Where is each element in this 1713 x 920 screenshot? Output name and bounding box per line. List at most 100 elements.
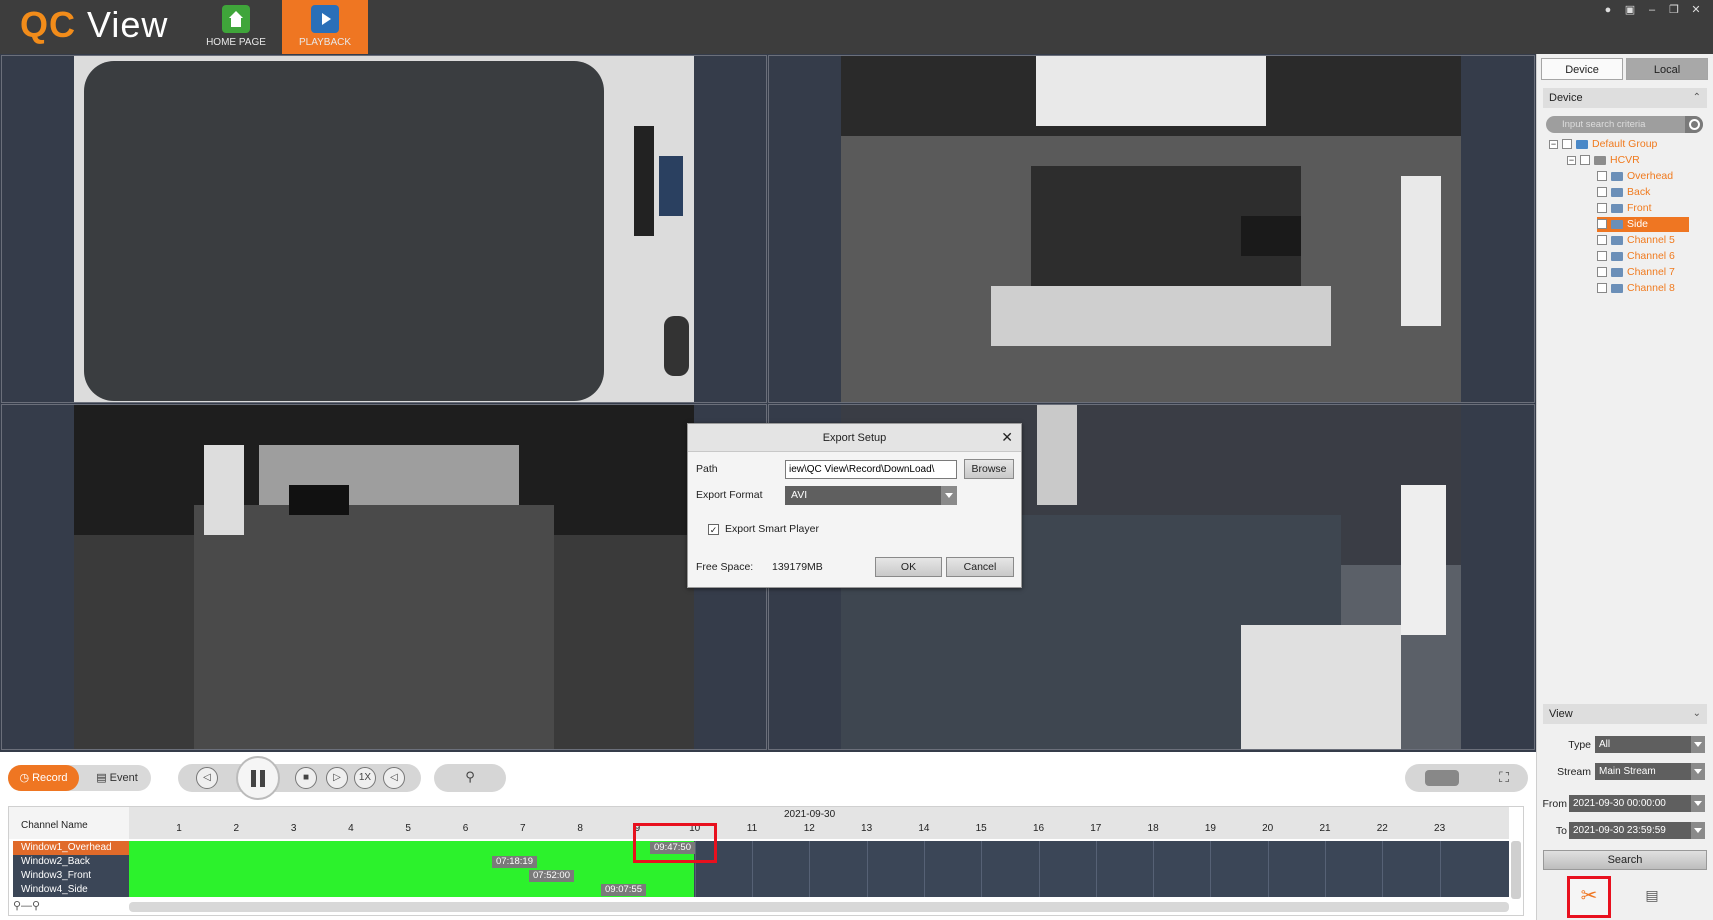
video-window-front[interactable]	[1, 404, 767, 750]
tree-item-channel-5[interactable]: Channel 5	[1597, 233, 1689, 248]
grid-line	[752, 855, 753, 869]
tree-checkbox[interactable]	[1597, 283, 1607, 294]
playhead-time: 07:18:19	[492, 856, 537, 868]
grid-line	[1325, 869, 1326, 883]
tab-playback[interactable]: PLAYBACK	[282, 0, 368, 54]
recording-track[interactable]: 07:52:00	[129, 869, 1509, 883]
channel-name[interactable]: Window1_Overhead	[13, 841, 129, 855]
tree-checkbox[interactable]	[1597, 171, 1607, 182]
cancel-button[interactable]: Cancel	[946, 557, 1014, 577]
view-section-header[interactable]: View ⌄	[1543, 704, 1707, 724]
tree-checkbox[interactable]	[1597, 187, 1607, 198]
chevron-down-icon: ⌄	[1692, 708, 1701, 719]
tree-checkbox[interactable]	[1562, 139, 1572, 150]
tree-checkbox[interactable]	[1597, 251, 1607, 262]
rewind-icon[interactable]: ◁	[196, 767, 218, 789]
export-smart-player-checkbox[interactable]: ✓	[708, 524, 719, 535]
pause-button[interactable]	[236, 756, 280, 800]
ok-button[interactable]: OK	[875, 557, 942, 577]
export-format-select[interactable]: AVI	[785, 486, 957, 505]
grid-line	[1439, 841, 1441, 855]
channel-name[interactable]: Window2_Back	[13, 855, 129, 869]
tree-checkbox[interactable]	[1597, 219, 1607, 230]
timeline-row[interactable]: Window1_Overhead 09:47:50	[9, 841, 1509, 855]
tree-item-front[interactable]: Front	[1597, 201, 1689, 216]
search-icon[interactable]	[1685, 116, 1703, 133]
grid-line	[1038, 855, 1040, 869]
tab-home-page[interactable]: HOME PAGE	[193, 0, 279, 54]
timeline-horizontal-scrollbar[interactable]	[129, 902, 1509, 912]
split-layout-icon[interactable]	[1425, 770, 1459, 786]
channel-name[interactable]: Window3_Front	[13, 869, 129, 883]
tab-local[interactable]: Local	[1626, 58, 1708, 80]
collapse-icon[interactable]: −	[1567, 156, 1576, 165]
next-frame-icon[interactable]: ▷	[326, 767, 348, 789]
minimize-icon[interactable]: –	[1645, 3, 1659, 17]
tree-item-side[interactable]: Side	[1597, 217, 1689, 232]
user-icon[interactable]: ●	[1601, 3, 1615, 17]
restore-icon[interactable]: ❐	[1667, 3, 1681, 17]
device-search-input[interactable]: Input search criteria	[1546, 116, 1703, 133]
hour-tick-label: 14	[918, 823, 930, 834]
scissors-icon[interactable]: ✂	[1567, 876, 1611, 918]
playhead-time: 07:52:00	[529, 870, 574, 882]
tab-device[interactable]: Device	[1541, 58, 1623, 80]
speed-button[interactable]: 1X	[354, 767, 376, 789]
video-window-overhead[interactable]	[1, 55, 767, 403]
recording-track[interactable]: 09:47:50	[129, 841, 1509, 855]
recording-track[interactable]: 09:07:55	[129, 883, 1509, 897]
stop-icon[interactable]: ■	[295, 767, 317, 789]
hour-tick-label: 22	[1376, 823, 1388, 834]
path-input[interactable]	[785, 460, 957, 479]
event-mode-button[interactable]: ▤ Event	[84, 765, 150, 791]
timeline-row[interactable]: Window3_Front 07:52:00	[9, 869, 1509, 883]
grid-line	[1325, 883, 1326, 897]
grid-line	[1153, 869, 1155, 883]
timeline-row[interactable]: Window2_Back 07:18:19	[9, 855, 1509, 869]
tree-checkbox[interactable]	[1597, 267, 1607, 278]
device-section-header[interactable]: Device ⌃	[1543, 88, 1707, 108]
record-event-toggle: ◷ Record ▤ Event	[8, 765, 151, 791]
search-placeholder: Input search criteria	[1562, 119, 1646, 130]
stream-select[interactable]: Main Stream	[1595, 763, 1705, 780]
hour-tick-label: 20	[1262, 823, 1274, 834]
tree-item-back[interactable]: Back	[1597, 185, 1689, 200]
tree-item-channel-6[interactable]: Channel 6	[1597, 249, 1689, 264]
export-smart-player-label: Export Smart Player	[725, 523, 819, 535]
tree-item-channel-8[interactable]: Channel 8	[1597, 281, 1689, 296]
record-mode-button[interactable]: ◷ Record	[8, 765, 79, 791]
lock-icon[interactable]: ▣	[1623, 3, 1637, 17]
close-icon[interactable]: ✕	[1001, 430, 1013, 444]
type-select[interactable]: All	[1595, 736, 1705, 753]
grid-line	[923, 883, 925, 897]
timeline[interactable]: Channel Name 2021-09-30 1 2 3 4 5 6 7 8 9 10 11 12 1…	[8, 806, 1524, 916]
title-bar: QC View HOME PAGE PLAYBACK ● ▣ – ❐ ✕	[0, 0, 1713, 54]
tree-item-overhead[interactable]: Overhead	[1597, 169, 1689, 184]
channel-name[interactable]: Window4_Side	[13, 883, 129, 897]
browse-button[interactable]: Browse	[964, 459, 1014, 479]
tree-item-default-group[interactable]: Default Group	[1562, 137, 1657, 152]
timeline-row[interactable]: Window4_Side 09:07:55	[9, 883, 1509, 897]
chevron-up-icon: ⌃	[1692, 92, 1701, 103]
mute-icon[interactable]: ◁	[383, 767, 405, 789]
tree-item-channel-7[interactable]: Channel 7	[1597, 265, 1689, 280]
search-button[interactable]: Search	[1543, 850, 1707, 870]
tree-item-hcvr[interactable]: HCVR	[1580, 153, 1640, 168]
from-datetime-field[interactable]: 2021-09-30 00:00:00	[1569, 795, 1705, 812]
timeline-vertical-scrollbar[interactable]	[1511, 841, 1521, 899]
fullscreen-icon[interactable]: ⛶	[1493, 767, 1515, 789]
hour-tick-label: 23	[1434, 823, 1446, 834]
recording-track[interactable]: 07:18:19	[129, 855, 1509, 869]
timeline-zoom-icon[interactable]: ⚲—⚲	[13, 899, 40, 912]
tree-checkbox[interactable]	[1580, 155, 1590, 166]
export-list-icon[interactable]: ▤	[1641, 884, 1663, 906]
grid-line	[866, 869, 868, 883]
video-window-back[interactable]	[768, 55, 1535, 403]
to-datetime-field[interactable]: 2021-09-30 23:59:59	[1569, 822, 1705, 839]
close-icon[interactable]: ✕	[1689, 3, 1703, 17]
grid-line	[1267, 883, 1269, 897]
tree-checkbox[interactable]	[1597, 235, 1607, 246]
collapse-icon[interactable]: −	[1549, 140, 1558, 149]
zoom-icon[interactable]: ⚲	[459, 767, 481, 789]
tree-checkbox[interactable]	[1597, 203, 1607, 214]
